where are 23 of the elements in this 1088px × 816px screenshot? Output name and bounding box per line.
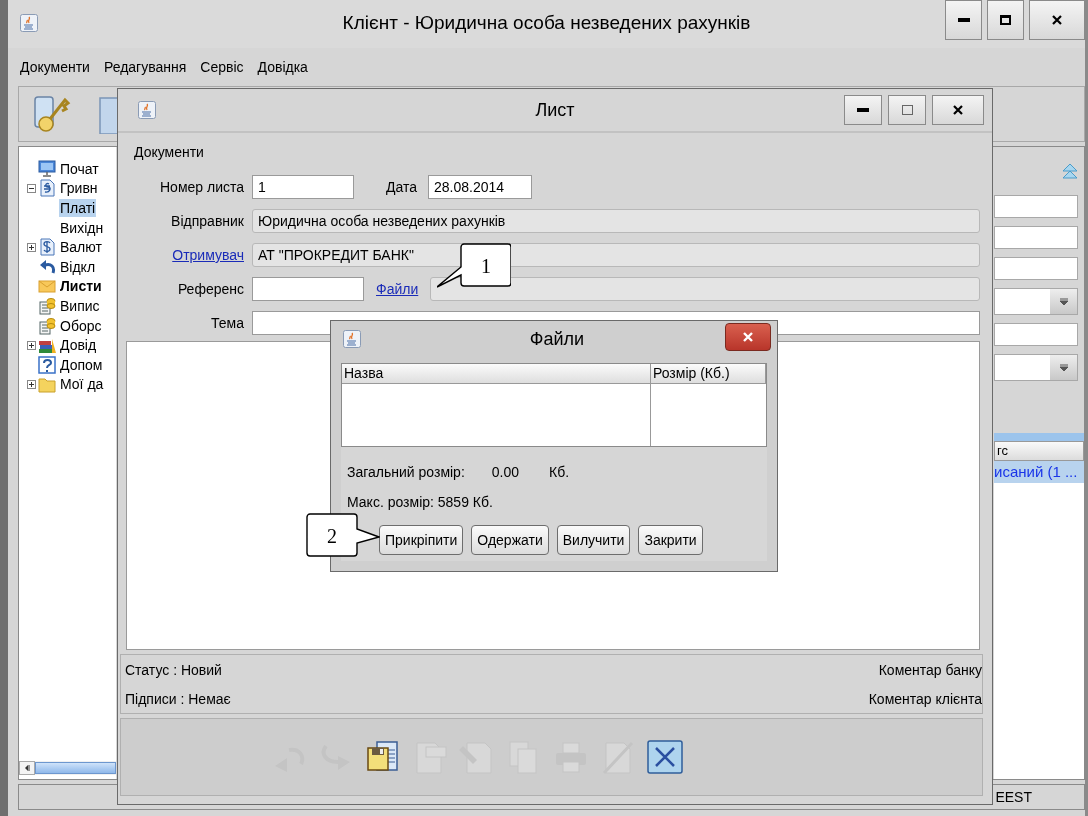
window-title: Клієнт - Юридична особа незведених рахунків — [342, 12, 751, 33]
callout: 2 — [306, 513, 380, 557]
status-text: EEST — [995, 789, 1032, 805]
dialog-title: Файли — [529, 328, 585, 349]
total-size-label: Загальний розмір: — [347, 464, 465, 480]
status-label: Статус : — [125, 661, 178, 678]
callout: 1 — [437, 243, 511, 289]
input-field: Юридична особа незведених рахунків — [252, 209, 980, 233]
field-label: Референс — [176, 281, 244, 297]
section-title: Документи — [133, 143, 205, 162]
field-label: Тема — [210, 315, 244, 331]
total-size-value: 0.00 — [491, 464, 520, 480]
max-size-label: Макс. розмір: 5859 Кб. — [347, 494, 493, 510]
field-label: Дата — [386, 179, 417, 195]
window-title: Лист — [535, 99, 575, 120]
signatures-label: Підписи : — [125, 690, 185, 707]
signatures-value: Немає — [188, 690, 231, 707]
bank-comment-label: Коментар банку — [878, 661, 982, 678]
field-label: Номер листа — [159, 179, 244, 195]
status-value: Новий — [180, 661, 222, 678]
field-label: Відправник — [170, 213, 244, 229]
client-comment-label: Коментар клієнта — [868, 690, 982, 707]
size-unit: Кб. — [549, 464, 570, 480]
